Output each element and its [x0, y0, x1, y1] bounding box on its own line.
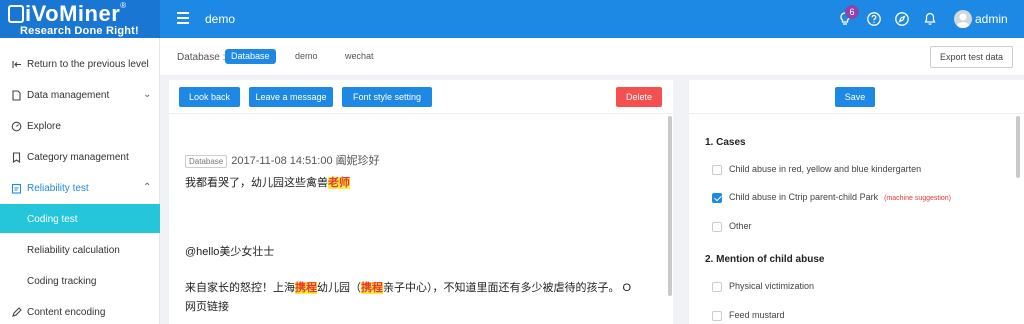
keyword-highlight: 携程	[295, 282, 317, 294]
option-label: Other	[729, 221, 752, 231]
coding-panel: Save 1. Cases Child abuse in red, yellow…	[689, 80, 1024, 324]
brand-name: iVoMiner®	[8, 1, 127, 27]
project-title: demo	[205, 12, 236, 26]
font-style-setting-button[interactable]: Font style setting	[342, 87, 432, 107]
pen-icon	[12, 307, 22, 317]
database-chip-demo[interactable]: demo	[289, 49, 324, 64]
logo-d-icon	[8, 5, 24, 23]
leave-message-button[interactable]: Leave a message	[249, 87, 333, 107]
coding-scrollbar[interactable]	[1016, 116, 1020, 178]
sidebar-item-reliability-test[interactable]: Reliability test ⌃	[0, 173, 160, 204]
sidebar-item-coding-test[interactable]: Coding test	[0, 204, 160, 233]
post-meta: Database 2017-11-08 14:51:00 阖妮珍好	[185, 152, 655, 168]
sidebar-item-explore[interactable]: Explore	[0, 111, 160, 142]
sidebar: Return to the previous level Data manage…	[0, 38, 160, 324]
text-toolbar: Look back Leave a message Font style set…	[169, 80, 673, 114]
sidebar-item-label: Return to the previous level	[27, 59, 149, 70]
option-label: Physical victimization	[729, 281, 815, 291]
clipboard-icon	[11, 183, 22, 194]
post-line-4[interactable]: 网页链接	[185, 298, 655, 314]
menu-toggle-icon[interactable]	[177, 12, 189, 24]
sidebar-item-label: Data management	[27, 90, 110, 101]
option-label: Child abuse in red, yellow and blue kind…	[729, 164, 922, 174]
sidebar-item-label: Category management	[27, 152, 129, 163]
help-icon[interactable]	[866, 11, 882, 27]
checkbox[interactable]	[712, 311, 722, 321]
keyword-highlight: 老师	[328, 177, 350, 189]
text-panel: Look back Leave a message Font style set…	[169, 80, 673, 324]
document-icon	[12, 90, 21, 101]
post-line-1[interactable]: 我都看哭了，幼儿园这些禽兽老师	[185, 174, 655, 190]
sidebar-item-content-encoding[interactable]: Content encoding	[0, 297, 160, 324]
post-content: Database 2017-11-08 14:51:00 阖妮珍好 我都看哭了，幼…	[185, 152, 655, 314]
checkbox[interactable]	[712, 222, 722, 232]
option-label: Feed mustard	[729, 310, 785, 320]
database-tag: Database	[185, 154, 228, 168]
sidebar-item-coding-tracking[interactable]: Coding tracking	[0, 266, 160, 297]
machine-suggestion-label: (machine suggestion)	[884, 195, 952, 202]
post-line-2[interactable]: @hello美少女壮士	[185, 243, 655, 259]
chevron-down-icon: ⌄	[143, 89, 152, 100]
sidebar-item-data-management[interactable]: Data management ⌄	[0, 80, 160, 111]
option-label: Child abuse in Ctrip parent-child Park (m…	[729, 192, 952, 202]
compass-icon[interactable]	[894, 11, 910, 27]
user-icon	[956, 13, 970, 28]
return-icon	[12, 61, 21, 68]
sidebar-item-reliability-calculation[interactable]: Reliability calculation	[0, 235, 160, 266]
gauge-icon	[11, 121, 22, 132]
post-timestamp-author: 2017-11-08 14:51:00 阖妮珍好	[231, 155, 380, 167]
database-chip-database[interactable]: Database	[225, 49, 276, 64]
database-filter-label: Database :	[177, 52, 226, 63]
checkbox[interactable]	[712, 165, 722, 175]
sidebar-item-label: Reliability calculation	[27, 245, 120, 256]
sidebar-item-label: Reliability test	[27, 183, 89, 194]
top-bar: iVoMiner® Research Done Right! demo 6 ad…	[0, 0, 1024, 38]
brand-tagline: Research Done Right!	[20, 25, 139, 37]
notification-badge: 6	[845, 5, 859, 19]
save-button[interactable]: Save	[835, 87, 875, 107]
text-scrollbar[interactable]	[668, 116, 672, 296]
database-filter-bar: Database : Database demo wechat Export t…	[160, 38, 1024, 76]
avatar[interactable]	[954, 10, 972, 28]
look-back-button[interactable]: Look back	[179, 87, 240, 107]
username[interactable]: admin	[975, 12, 1008, 26]
bookmark-icon	[12, 152, 21, 163]
checkbox-checked[interactable]	[712, 193, 722, 203]
coding-toolbar: Save	[689, 80, 1024, 114]
chevron-up-icon: ⌃	[143, 182, 152, 193]
question-2-title: 2. Mention of child abuse	[705, 254, 825, 265]
database-chip-wechat[interactable]: wechat	[339, 49, 380, 64]
sidebar-item-label: Content encoding	[27, 307, 106, 318]
sidebar-item-label: Explore	[27, 121, 61, 132]
keyword-highlight: 携程	[361, 282, 383, 294]
sidebar-item-return[interactable]: Return to the previous level	[0, 49, 160, 80]
sidebar-item-category-management[interactable]: Category management	[0, 142, 160, 173]
delete-button[interactable]: Delete	[616, 87, 662, 107]
export-test-data-button[interactable]: Export test data	[930, 46, 1013, 68]
sidebar-item-label: Coding test	[27, 214, 78, 225]
post-line-3[interactable]: 来自家长的怒控！上海携程幼儿园（携程亲子中心），不知道里面还有多少被虐待的孩子。…	[185, 279, 655, 295]
app-logo[interactable]: iVoMiner® Research Done Right!	[0, 0, 160, 38]
bell-icon[interactable]	[922, 11, 938, 27]
question-1-title: 1. Cases	[705, 137, 746, 148]
checkbox[interactable]	[712, 282, 722, 292]
sidebar-item-label: Coding tracking	[27, 276, 97, 287]
